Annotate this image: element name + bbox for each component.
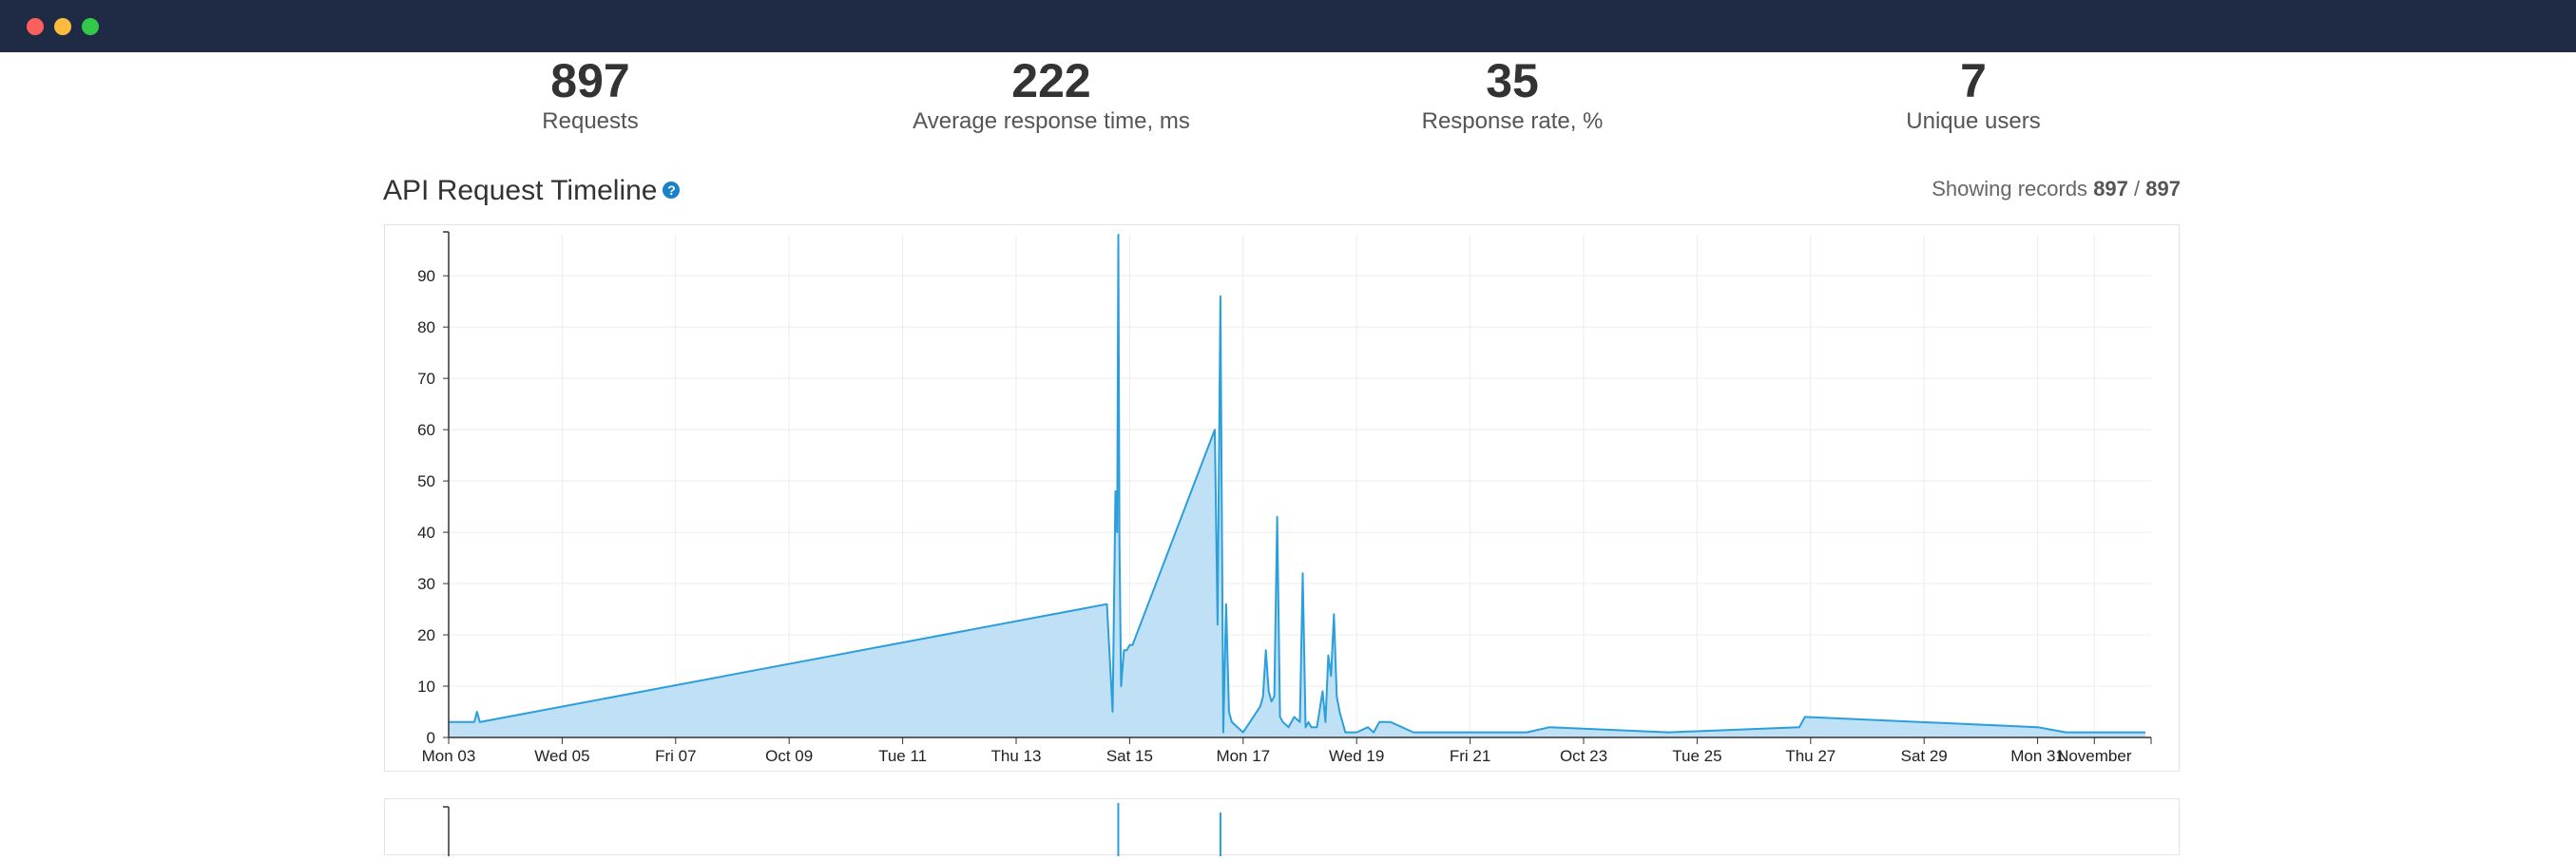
series-area: [449, 235, 2145, 737]
maximize-window-button[interactable]: [82, 18, 99, 35]
stat-unique-users: 7 Unique users: [1688, 53, 2259, 135]
y-tick-label: 80: [417, 318, 435, 336]
timeline-title: API Request Timeline: [383, 175, 658, 206]
x-tick-label: Sat 15: [1106, 747, 1153, 765]
records-count: Showing records 897 / 897: [1932, 177, 2181, 201]
timeline-overview-chart[interactable]: [384, 798, 2180, 856]
y-tick-label: 60: [417, 421, 435, 439]
x-tick-label: Thu 13: [991, 747, 1042, 765]
records-shown: 897: [2093, 177, 2128, 201]
x-tick-label: Mon 17: [1216, 747, 1270, 765]
records-total: 897: [2145, 177, 2181, 201]
series-line: [449, 234, 2145, 734]
help-icon[interactable]: ?: [663, 182, 681, 200]
y-tick-label: 50: [417, 472, 435, 490]
x-tick-label: Mon 03: [422, 747, 476, 765]
records-prefix: Showing records: [1932, 177, 2088, 201]
window-titlebar: [0, 0, 2576, 52]
y-tick-label: 40: [417, 524, 435, 542]
x-tick-label: Wed 19: [1329, 747, 1384, 765]
x-tick-label: Thu 27: [1785, 747, 1836, 765]
overview-chart-svg: [443, 803, 1221, 856]
x-tick-label: Tue 11: [878, 747, 927, 765]
y-tick-label: 20: [417, 626, 435, 644]
stat-value: 7: [1960, 54, 1987, 107]
records-separator: /: [2134, 177, 2141, 201]
x-tick-label: Fri 07: [655, 747, 696, 765]
x-tick-label: Oct 23: [1560, 747, 1607, 765]
x-tick-label: Sat 29: [1901, 747, 1948, 765]
chart-grid: [449, 235, 2151, 737]
timeline-chart-svg: 0 10 20 30 40 50 60 70 80 90 Mon 03 Wed 05 Fri 07 Oct…: [417, 231, 2152, 765]
y-tick-label: 0: [427, 729, 435, 747]
x-tick-label: Fri 21: [1450, 747, 1490, 765]
section-title: API Request Timeline?: [383, 175, 681, 207]
close-window-button[interactable]: [27, 18, 44, 35]
stat-label: Unique users: [1906, 108, 2041, 134]
x-tick-label: Oct 09: [765, 747, 813, 765]
x-tick-label: Tue 25: [1672, 747, 1721, 765]
y-tick-label: 10: [417, 678, 435, 696]
x-tick-label: Wed 05: [534, 747, 589, 765]
api-request-timeline-chart[interactable]: 0 10 20 30 40 50 60 70 80 90 Mon 03 Wed 05 Fri 07 Oct…: [384, 224, 2180, 772]
y-tick-label: 30: [417, 575, 435, 593]
x-tick-label: November: [2057, 747, 2132, 765]
y-tick-label: 90: [417, 267, 435, 285]
chart-area: [449, 234, 2145, 737]
y-tick-label: 70: [417, 370, 435, 388]
minimize-window-button[interactable]: [54, 18, 71, 35]
